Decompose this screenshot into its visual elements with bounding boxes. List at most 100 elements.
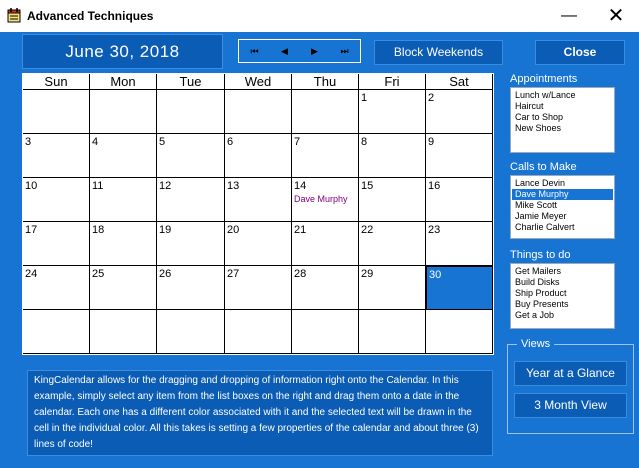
day-header-sat: Sat xyxy=(426,74,493,90)
calendar-empty-cell[interactable] xyxy=(23,90,90,134)
day-number: 11 xyxy=(92,180,104,192)
next-icon: ▶ xyxy=(311,46,318,56)
minimize-button[interactable]: — xyxy=(546,0,592,32)
day-number: 29 xyxy=(361,268,374,280)
calendar-day-19[interactable]: 19 xyxy=(157,222,225,266)
calendar-day-28[interactable]: 28 xyxy=(292,266,359,310)
calendar-day-20[interactable]: 20 xyxy=(225,222,292,266)
calendar-day-25[interactable]: 25 xyxy=(90,266,157,310)
calendar-day-18[interactable]: 18 xyxy=(90,222,157,266)
day-number: 3 xyxy=(25,136,32,148)
app-window: Advanced Techniques — ✕ June 30, 2018 ⏮ … xyxy=(0,0,639,468)
calendar-day-16[interactable]: 16 xyxy=(426,178,493,222)
day-number: 25 xyxy=(92,268,105,280)
day-number: 30 xyxy=(429,269,442,281)
day-number: 13 xyxy=(227,180,240,192)
day-number: 23 xyxy=(428,224,441,236)
list-item[interactable]: Build Disks xyxy=(512,277,613,288)
three-month-view-button[interactable]: 3 Month View xyxy=(514,393,627,418)
calendar-app-icon xyxy=(7,8,21,23)
previous-icon: ◀ xyxy=(281,46,288,56)
calendar-empty-cell[interactable] xyxy=(292,310,359,354)
calendar-day-24[interactable]: 24 xyxy=(23,266,90,310)
skip-first-icon: ⏮ xyxy=(250,46,259,56)
next-month-button[interactable]: ▶ xyxy=(300,41,329,61)
calendar-empty-cell[interactable] xyxy=(225,310,292,354)
list-item[interactable]: Get a Job xyxy=(512,310,613,321)
calendar-day-7[interactable]: 7 xyxy=(292,134,359,178)
year-at-a-glance-button[interactable]: Year at a Glance xyxy=(514,361,627,386)
calendar-empty-cell[interactable] xyxy=(426,310,493,354)
calendar-empty-cell[interactable] xyxy=(292,90,359,134)
views-label: Views xyxy=(517,338,555,350)
calendar-empty-cell[interactable] xyxy=(23,310,90,354)
previous-month-button[interactable]: ◀ xyxy=(270,41,299,61)
day-number: 14 xyxy=(294,180,307,192)
day-note: Dave Murphy xyxy=(294,194,348,204)
calendar-day-5[interactable]: 5 xyxy=(157,134,225,178)
calendar-day-6[interactable]: 6 xyxy=(225,134,292,178)
calendar-day-11[interactable]: 11 xyxy=(90,178,157,222)
close-button[interactable]: Close xyxy=(535,40,625,65)
skip-last-icon: ⏭ xyxy=(340,46,349,56)
calendar-day-30[interactable]: 30 xyxy=(426,266,493,310)
first-month-button[interactable]: ⏮ xyxy=(240,41,269,61)
description-text: KingCalendar allows for the dragging and… xyxy=(27,370,493,456)
calendar-grid: Sun Mon Tue Wed Thu Fri Sat 1 2 3 4 5 6 7 8 9 10 11 12 13 14… xyxy=(22,73,494,355)
calendar-day-23[interactable]: 23 xyxy=(426,222,493,266)
title-bar: Advanced Techniques — ✕ xyxy=(0,0,639,32)
calls-label: Calls to Make xyxy=(510,161,577,173)
list-item[interactable]: Jamie Meyer xyxy=(512,211,613,222)
calendar-empty-cell[interactable] xyxy=(90,310,157,354)
day-number: 17 xyxy=(25,224,38,236)
day-header-fri: Fri xyxy=(359,74,426,90)
list-item[interactable]: Mike Scott xyxy=(512,200,613,211)
last-month-button[interactable]: ⏭ xyxy=(330,41,359,61)
calendar-day-15[interactable]: 15 xyxy=(359,178,426,222)
block-weekends-button[interactable]: Block Weekends xyxy=(374,40,503,65)
list-item[interactable]: Dave Murphy xyxy=(512,189,613,200)
calendar-day-10[interactable]: 10 xyxy=(23,178,90,222)
calendar-day-17[interactable]: 17 xyxy=(23,222,90,266)
list-item[interactable]: Lunch w/Lance xyxy=(512,90,613,101)
calls-list[interactable]: Lance Devin Dave Murphy Mike Scott Jamie Me… xyxy=(510,175,615,239)
appointments-label: Appointments xyxy=(510,73,578,85)
list-item[interactable]: Ship Product xyxy=(512,288,613,299)
calendar-day-8[interactable]: 8 xyxy=(359,134,426,178)
calendar-day-29[interactable]: 29 xyxy=(359,266,426,310)
calendar-day-1[interactable]: 1 xyxy=(359,90,426,134)
calendar-day-12[interactable]: 12 xyxy=(157,178,225,222)
calendar-empty-cell[interactable] xyxy=(359,310,426,354)
day-number: 28 xyxy=(294,268,307,280)
day-number: 1 xyxy=(361,92,368,104)
list-item[interactable]: Get Mailers xyxy=(512,266,613,277)
current-date-display: June 30, 2018 xyxy=(22,34,223,69)
calendar-empty-cell[interactable] xyxy=(225,90,292,134)
list-item[interactable]: Lance Devin xyxy=(512,178,613,189)
calendar-day-3[interactable]: 3 xyxy=(23,134,90,178)
calendar-day-14[interactable]: 14 Dave Murphy xyxy=(292,178,359,222)
list-item[interactable]: Haircut xyxy=(512,101,613,112)
calendar-empty-cell[interactable] xyxy=(157,90,225,134)
calendar-day-22[interactable]: 22 xyxy=(359,222,426,266)
window-close-button[interactable]: ✕ xyxy=(593,0,639,32)
day-header-sun: Sun xyxy=(23,74,90,90)
calendar-day-27[interactable]: 27 xyxy=(225,266,292,310)
list-item[interactable]: New Shoes xyxy=(512,123,613,134)
calendar-empty-cell[interactable] xyxy=(90,90,157,134)
day-number: 6 xyxy=(227,136,234,148)
calendar-day-4[interactable]: 4 xyxy=(90,134,157,178)
list-item[interactable]: Charlie Calvert xyxy=(512,222,613,233)
things-label: Things to do xyxy=(510,249,571,261)
calendar-day-13[interactable]: 13 xyxy=(225,178,292,222)
calendar-day-9[interactable]: 9 xyxy=(426,134,493,178)
calendar-day-21[interactable]: 21 xyxy=(292,222,359,266)
day-number: 7 xyxy=(294,136,301,148)
calendar-day-2[interactable]: 2 xyxy=(426,90,493,134)
things-list[interactable]: Get Mailers Build Disks Ship Product Buy Pr… xyxy=(510,263,615,329)
calendar-empty-cell[interactable] xyxy=(157,310,225,354)
list-item[interactable]: Car to Shop xyxy=(512,112,613,123)
calendar-day-26[interactable]: 26 xyxy=(157,266,225,310)
appointments-list[interactable]: Lunch w/Lance Haircut Car to Shop New Shoes xyxy=(510,87,615,153)
list-item[interactable]: Buy Presents xyxy=(512,299,613,310)
